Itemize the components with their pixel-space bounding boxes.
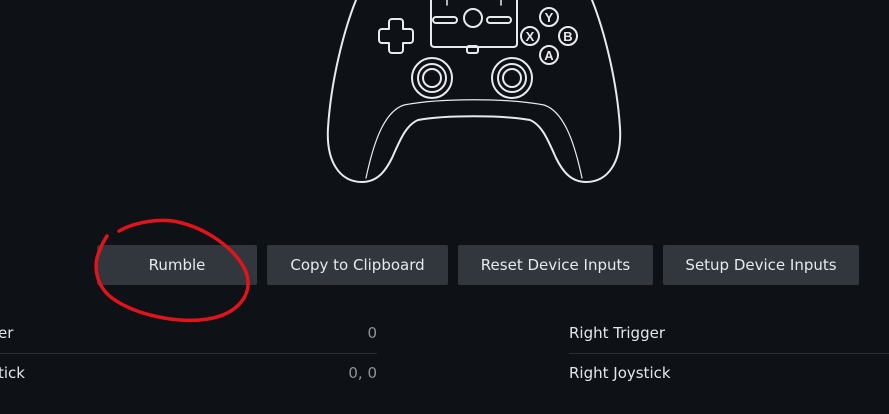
left-joystick-icon[interactable] — [411, 57, 453, 99]
controller-inner-outline — [365, 99, 583, 179]
face-button-x[interactable]: X — [520, 26, 540, 46]
copy-to-clipboard-button[interactable]: Copy to Clipboard — [267, 245, 448, 285]
reset-device-inputs-button[interactable]: Reset Device Inputs — [458, 245, 653, 285]
face-button-b[interactable]: B — [558, 26, 578, 46]
home-button-icon[interactable] — [463, 8, 483, 28]
right-trigger-label: Right Trigger — [569, 324, 665, 342]
right-joystick-icon[interactable] — [491, 57, 533, 99]
setup-device-inputs-button[interactable]: Setup Device Inputs — [663, 245, 859, 285]
left-joystick-label: tick — [0, 364, 25, 382]
row-divider — [0, 353, 377, 354]
left-trigger-label: er — [0, 324, 14, 342]
left-trigger-value: 0 — [367, 324, 377, 342]
svg-text:B: B — [563, 29, 572, 44]
svg-text:A: A — [544, 48, 554, 63]
controller-illustration: Y X B A — [326, 0, 622, 183]
rumble-button[interactable]: Rumble — [97, 245, 257, 285]
row-divider — [569, 353, 889, 354]
face-button-y[interactable]: Y — [539, 7, 559, 27]
dpad-icon[interactable] — [378, 18, 414, 54]
view-button-icon[interactable] — [432, 16, 458, 24]
left-joystick-value: 0, 0 — [348, 364, 377, 382]
svg-text:Y: Y — [545, 10, 554, 25]
menu-button-icon[interactable] — [486, 16, 512, 24]
right-joystick-label: Right Joystick — [569, 364, 671, 382]
face-button-a[interactable]: A — [539, 45, 559, 65]
svg-text:X: X — [526, 29, 535, 44]
